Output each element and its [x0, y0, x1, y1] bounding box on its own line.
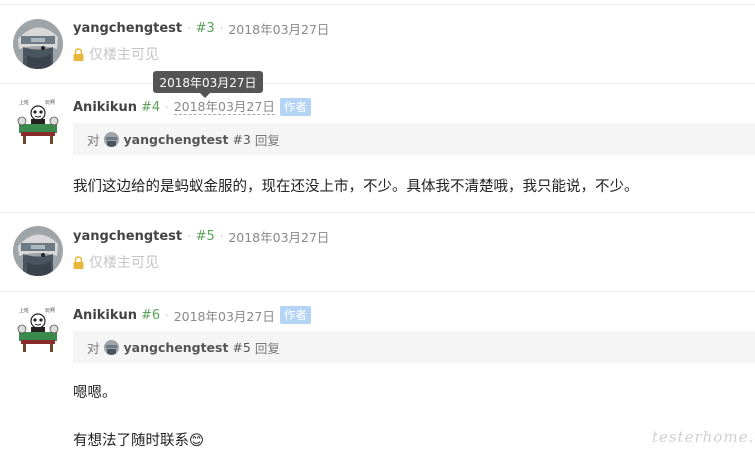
user-avatar[interactable]: 上班 玩啊: [13, 96, 63, 146]
author-badge: 作者: [279, 306, 311, 324]
time-tooltip: 2018年03月27日: [153, 71, 263, 98]
private-notice: 仅楼主可见: [73, 44, 159, 64]
reply-meta: yangchengtest · #5 · 2018年03月27日: [73, 226, 329, 246]
reply-meta: Anikikun #6 · 2018年03月27日 作者: [73, 305, 311, 325]
quote-username[interactable]: yangchengtest: [124, 132, 229, 147]
private-notice: 仅楼主可见: [73, 252, 159, 272]
reply-meta: yangchengtest · #3 · 2018年03月27日: [73, 18, 329, 38]
floor-link[interactable]: #5: [196, 229, 215, 244]
username-link[interactable]: yangchengtest: [73, 21, 182, 36]
private-text: 仅楼主可见: [89, 255, 159, 271]
quote-suffix: 回复: [254, 132, 280, 148]
reply-time: 2018年03月27日: [228, 229, 330, 245]
author-badge: 作者: [279, 98, 311, 116]
reply-item: yangchengtest · #3 · 2018年03月27日 仅楼主可见: [0, 0, 755, 84]
reply-meta: Anikikun #4 · 2018年03月27日 作者: [73, 97, 311, 117]
username-link[interactable]: Anikikun: [73, 100, 137, 115]
reply-quote[interactable]: 对 yangchengtest #3 回复: [73, 123, 755, 155]
user-avatar[interactable]: 上班 玩啊: [13, 304, 63, 354]
user-avatar[interactable]: [13, 19, 63, 69]
user-avatar[interactable]: [13, 226, 63, 276]
lock-icon: [73, 47, 84, 61]
quote-avatar: [103, 131, 119, 147]
separator-dot: ·: [187, 229, 191, 243]
private-text: 仅楼主可见: [89, 47, 159, 63]
reply-quote[interactable]: 对 yangchengtest #5 回复: [73, 331, 755, 363]
mini-avatar-icon: [103, 131, 119, 147]
reply-item: 上班 玩啊 Anikikun #6 · 2018年03月27日 作者 对 yan…: [0, 292, 755, 458]
site-watermark: testerhome.com: [652, 428, 755, 446]
reply-time: 2018年03月27日: [173, 308, 275, 324]
floor-link[interactable]: #4: [141, 100, 160, 115]
separator-dot: ·: [187, 21, 191, 35]
floor-link[interactable]: #3: [196, 21, 215, 36]
svg-text:上班: 上班: [19, 99, 29, 106]
svg-text:玩啊: 玩啊: [45, 100, 55, 106]
reply-time[interactable]: 2018年03月27日: [173, 99, 275, 115]
separator-dot: ·: [219, 21, 224, 35]
reply-item: 上班 玩啊 Anikikun #4 · 2018年03月27日 作者 对 yan…: [0, 84, 755, 213]
reply-body: 我们这边给的是蚂蚁金服的，现在还没上市，不少。具体我不清楚哦，我只能说，不少。: [73, 179, 639, 195]
lock-icon: [73, 255, 84, 269]
quote-prefix: 对: [87, 132, 100, 148]
svg-text:玩啊: 玩啊: [45, 308, 55, 314]
panda-meme-avatar-icon: 上班 玩啊: [13, 304, 63, 354]
quote-floor[interactable]: #3: [232, 132, 250, 147]
svg-text:上班: 上班: [19, 307, 29, 314]
kakashi-avatar-icon: [13, 19, 63, 69]
mini-avatar-icon: [103, 339, 119, 355]
reply-item: yangchengtest · #5 · 2018年03月27日 仅楼主可见: [0, 213, 755, 292]
reply-time: 2018年03月27日: [228, 21, 330, 37]
quote-suffix: 回复: [254, 340, 280, 356]
separator-dot: ·: [165, 308, 169, 322]
floor-link[interactable]: #6: [141, 308, 160, 323]
kakashi-avatar-icon: [13, 226, 63, 276]
quote-username[interactable]: yangchengtest: [124, 340, 229, 355]
separator-dot: ·: [165, 100, 169, 114]
username-link[interactable]: yangchengtest: [73, 229, 182, 244]
username-link[interactable]: Anikikun: [73, 308, 137, 323]
quote-prefix: 对: [87, 340, 100, 356]
quote-avatar: [103, 339, 119, 355]
panda-meme-avatar-icon: 上班 玩啊: [13, 96, 63, 146]
reply-body-line: 嗯嗯。: [73, 385, 117, 401]
reply-body-line: 有想法了随时联系😊: [73, 433, 205, 449]
quote-floor[interactable]: #5: [232, 340, 250, 355]
separator-dot: ·: [219, 229, 224, 243]
